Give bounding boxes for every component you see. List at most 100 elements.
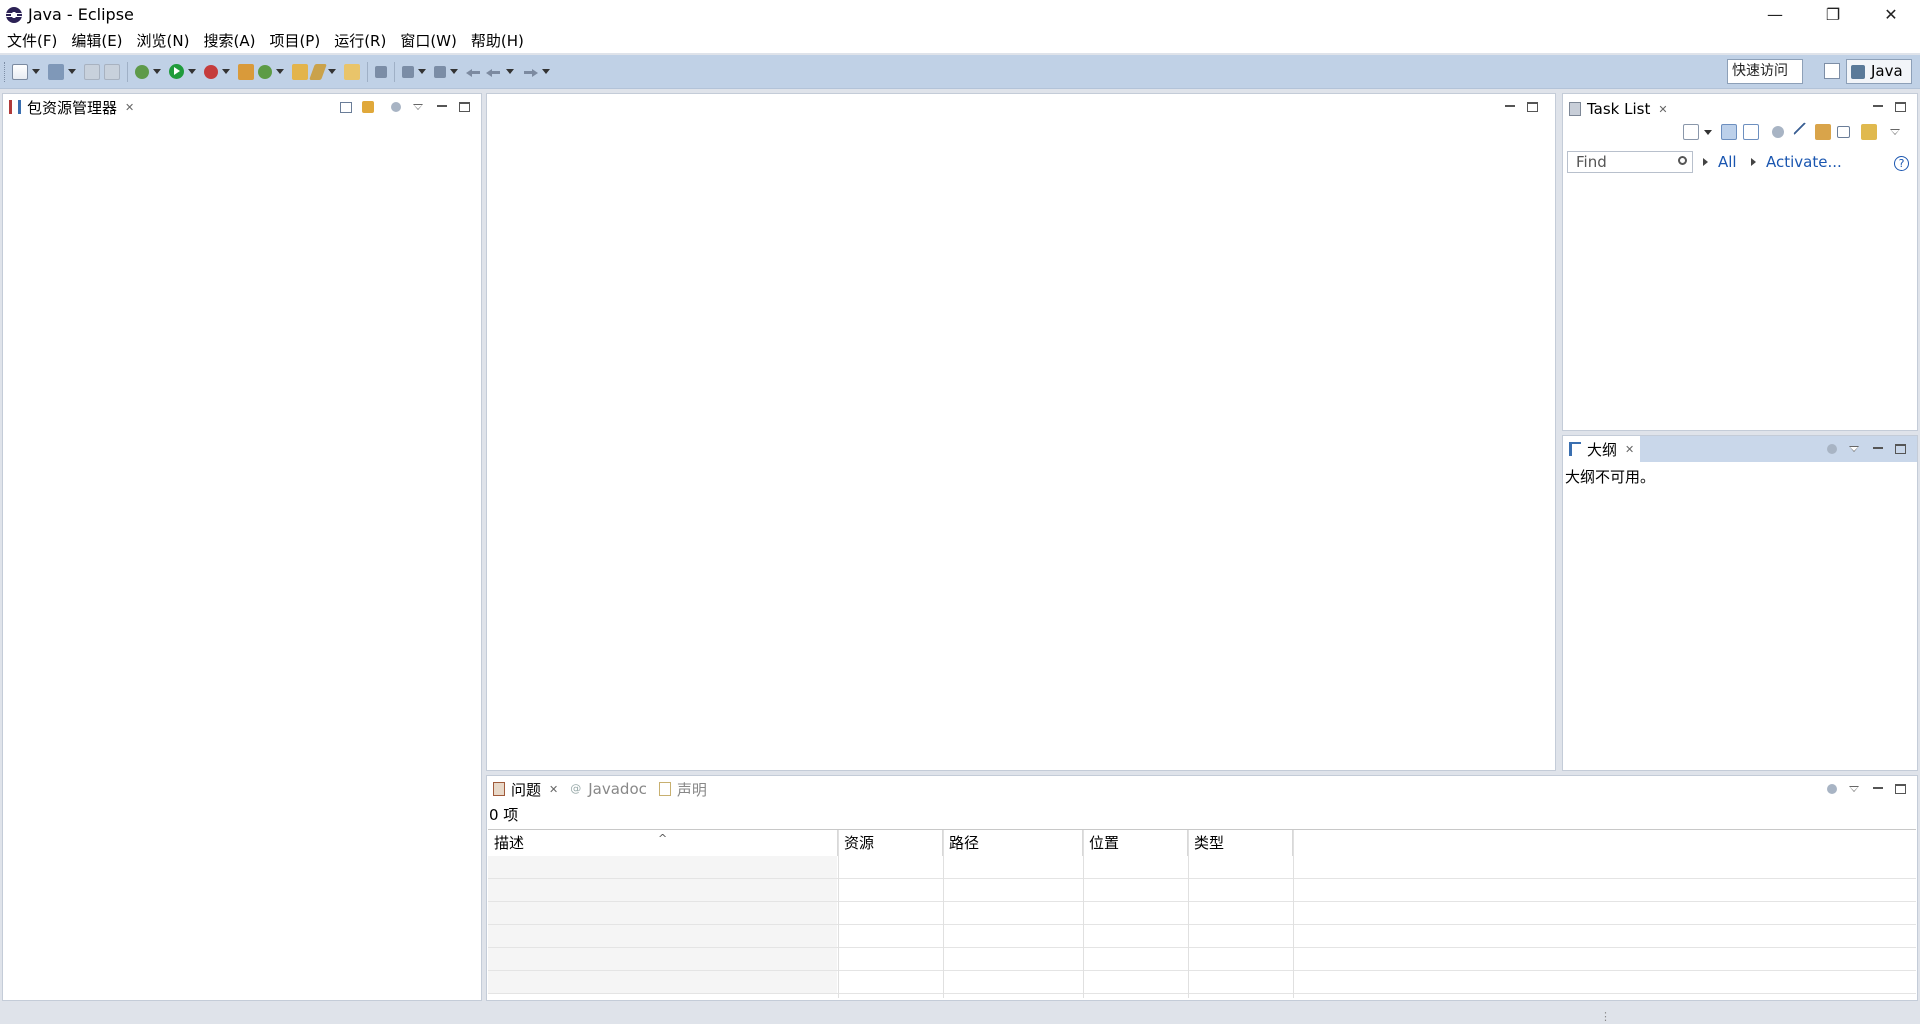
find-placeholder: Find [1576, 153, 1607, 171]
menu-file[interactable]: 文件(F) [0, 29, 64, 53]
previous-annotation-icon[interactable] [434, 65, 446, 78]
close-icon[interactable]: ✕ [125, 101, 134, 114]
focus-icon[interactable] [391, 102, 401, 112]
forward-dropdown-icon[interactable] [542, 69, 550, 74]
tab-problems[interactable]: 问题 ✕ [487, 776, 565, 802]
status-bar-grip[interactable]: ⋮ [1600, 1010, 1611, 1023]
minimize-button[interactable]: — [1746, 0, 1804, 29]
save-all-icon[interactable] [104, 63, 120, 80]
new-package-icon[interactable] [48, 63, 64, 80]
minimize-icon[interactable] [1503, 100, 1517, 114]
minimize-icon[interactable] [1871, 782, 1885, 796]
minimize-icon[interactable] [435, 100, 449, 114]
restore-button[interactable]: ❐ [1804, 0, 1862, 29]
tab-declaration[interactable]: 声明 [652, 776, 713, 802]
menu-window[interactable]: 窗口(W) [393, 29, 464, 53]
scheduled-icon[interactable] [1743, 124, 1759, 140]
focus-icon[interactable] [1827, 444, 1837, 454]
run-dropdown-icon[interactable] [188, 69, 196, 74]
annotation-dropdown-icon[interactable] [328, 69, 336, 74]
hide-completed-icon[interactable] [1793, 122, 1813, 142]
focus-icon[interactable] [1827, 784, 1837, 794]
column-header-path[interactable]: 路径 [943, 830, 1083, 856]
tab-task-list[interactable]: Task List ✕ [1563, 94, 1674, 124]
view-menu-icon[interactable] [411, 100, 425, 114]
problems-table[interactable]: 描述 ^ 资源 路径 位置 类型 [488, 829, 1916, 998]
new-java-project-icon[interactable] [238, 63, 254, 80]
last-edit-location-icon[interactable] [466, 67, 482, 77]
external-tools-dropdown-icon[interactable] [222, 69, 230, 74]
run-icon[interactable] [169, 64, 184, 79]
next-annotation-icon[interactable] [402, 65, 414, 78]
column-header-description[interactable]: 描述 ^ [488, 830, 838, 856]
menu-help[interactable]: 帮助(H) [464, 29, 531, 53]
new-dropdown-icon[interactable] [32, 69, 40, 74]
close-icon[interactable]: ✕ [1658, 103, 1667, 116]
annotation-icon[interactable] [309, 63, 327, 80]
activate-link[interactable]: Activate... [1751, 151, 1842, 173]
maximize-icon[interactable] [1527, 102, 1538, 112]
java-perspective-button[interactable]: Java [1846, 59, 1912, 84]
new-class-icon[interactable] [258, 64, 272, 79]
minimize-icon[interactable] [1871, 100, 1885, 114]
toolbar-grip[interactable] [4, 61, 7, 82]
tab-javadoc[interactable]: @ Javadoc [564, 776, 653, 802]
next-annotation-dropdown-icon[interactable] [418, 69, 426, 74]
open-folder-icon[interactable] [344, 63, 360, 80]
close-icon[interactable]: ✕ [1625, 443, 1634, 456]
find-field[interactable]: Find [1567, 151, 1693, 173]
save-icon[interactable] [84, 63, 100, 80]
debug-dropdown-icon[interactable] [153, 69, 161, 74]
categorized-icon[interactable] [1721, 124, 1737, 140]
focus-icon[interactable] [1772, 126, 1784, 138]
help-icon[interactable]: ? [1894, 156, 1909, 171]
column-header-resource[interactable]: 资源 [838, 830, 943, 856]
maximize-icon[interactable] [459, 102, 470, 112]
synchronize-icon[interactable] [1815, 124, 1831, 140]
new-icon[interactable] [12, 63, 28, 80]
close-icon[interactable]: ✕ [549, 783, 558, 796]
close-window-button[interactable]: ✕ [1862, 0, 1920, 29]
tab-outline[interactable]: 大纲 ✕ [1563, 436, 1641, 462]
maximize-icon[interactable] [1895, 444, 1906, 454]
forward-arrow-icon[interactable] [522, 67, 538, 77]
menu-run[interactable]: 运行(R) [327, 29, 393, 53]
menu-project[interactable]: 项目(P) [262, 29, 327, 53]
expand-triangle-icon [1751, 158, 1756, 166]
menu-edit[interactable]: 编辑(E) [64, 29, 129, 53]
tab-label: Javadoc [588, 780, 647, 798]
menu-search[interactable]: 搜索(A) [196, 29, 262, 53]
tab-label: 声明 [676, 780, 707, 799]
new-task-dropdown-icon[interactable] [1704, 129, 1712, 135]
back-dropdown-icon[interactable] [506, 69, 514, 74]
toggle-mark-occurrences-icon[interactable] [375, 65, 387, 78]
link-with-editor-icon[interactable] [362, 101, 374, 113]
maximize-icon[interactable] [1895, 784, 1906, 794]
minimize-icon[interactable] [1871, 442, 1885, 456]
debug-icon[interactable] [135, 64, 149, 79]
editor-area[interactable] [486, 93, 1556, 771]
new-task-icon[interactable] [1683, 124, 1699, 140]
view-menu-icon[interactable] [1847, 782, 1861, 796]
collapse-all-icon[interactable] [340, 101, 352, 113]
menu-navigate[interactable]: 浏览(N) [130, 29, 197, 53]
collapse-all-icon[interactable] [1837, 126, 1850, 138]
view-menu-icon[interactable] [1847, 442, 1861, 456]
open-perspective-icon[interactable] [1824, 63, 1840, 79]
back-arrow-icon[interactable] [486, 67, 502, 77]
tab-package-explorer[interactable]: 包资源管理器 ✕ [3, 94, 141, 120]
view-menu-icon[interactable] [1888, 125, 1902, 139]
new-class-dropdown-icon[interactable] [276, 69, 284, 74]
column-header-type[interactable]: 类型 [1188, 830, 1293, 856]
column-header-location[interactable]: 位置 [1083, 830, 1188, 856]
new-package-dropdown-icon[interactable] [68, 69, 76, 74]
previous-annotation-dropdown-icon[interactable] [450, 69, 458, 74]
quick-access-field[interactable]: 快速访问 [1727, 59, 1803, 84]
open-type-icon[interactable] [292, 63, 308, 80]
column-label: 描述 [494, 834, 525, 852]
all-link[interactable]: All [1703, 151, 1737, 173]
maximize-icon[interactable] [1895, 102, 1906, 112]
external-tools-icon[interactable] [204, 64, 218, 79]
task-list-toolbar [1680, 122, 1907, 142]
repository-icon[interactable] [1861, 124, 1877, 140]
